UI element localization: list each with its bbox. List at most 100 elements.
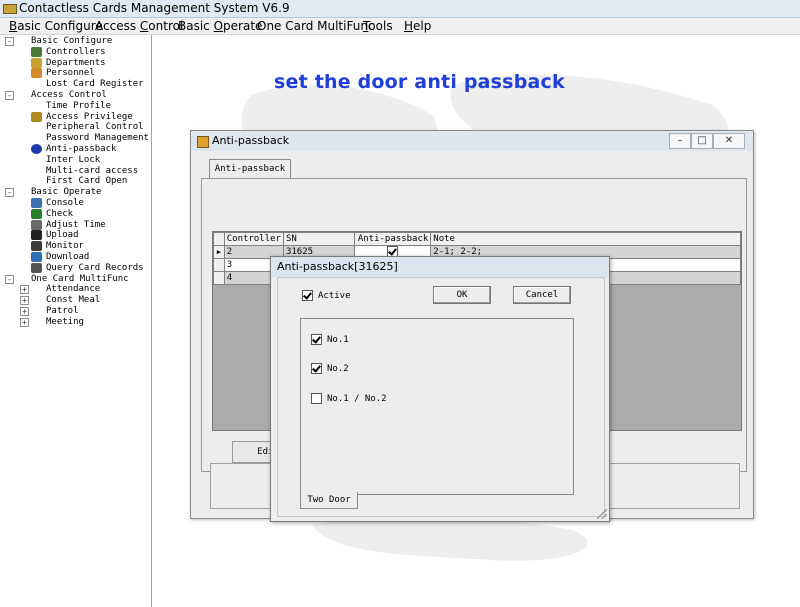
expand-icon[interactable]: + bbox=[20, 307, 29, 316]
tree-item-monitor[interactable]: Monitor bbox=[31, 241, 84, 252]
tree-item-const-meal[interactable]: + Const Meal bbox=[20, 295, 101, 306]
collapse-icon[interactable]: - bbox=[5, 37, 14, 46]
monitor-icon bbox=[31, 241, 42, 252]
personnel-icon bbox=[31, 68, 42, 79]
tree-item-label: Inter Lock bbox=[46, 154, 101, 165]
tree-item-upload[interactable]: Upload bbox=[31, 230, 79, 241]
menu-tools[interactable]: Tools bbox=[363, 18, 393, 34]
option-no1-no2[interactable]: No.1 / No.2 bbox=[311, 393, 387, 405]
tree-item-label: Attendance bbox=[46, 284, 101, 295]
window-title: Anti-passback bbox=[212, 134, 290, 147]
app-logo-icon bbox=[3, 4, 17, 14]
tree-item-check[interactable]: Check bbox=[31, 208, 73, 220]
tree-item-access-control[interactable]: - Access Control bbox=[5, 90, 107, 101]
row-indicator-header bbox=[213, 232, 225, 246]
tree-item-password-management[interactable]: Password Management bbox=[46, 133, 149, 144]
window-tab-strip: Anti-passback bbox=[201, 159, 747, 179]
tree-item-time-profile[interactable]: Time Profile bbox=[46, 101, 111, 112]
tree-item-personnel[interactable]: Personnel bbox=[31, 68, 95, 79]
menu-access-control[interactable]: Access Control bbox=[95, 18, 183, 34]
navigation-tree: - Basic Configure Controllers Departments Pe… bbox=[0, 35, 152, 607]
active-label: Active bbox=[318, 291, 351, 301]
resize-grip-icon[interactable] bbox=[597, 509, 607, 519]
tree-item-access-privilege[interactable]: Access Privilege bbox=[31, 111, 133, 123]
tree-item-label: Basic Operate bbox=[31, 187, 102, 198]
tree-item-label: Basic Configure bbox=[31, 36, 113, 46]
upload-icon bbox=[31, 230, 42, 241]
cancel-button[interactable]: Cancel bbox=[513, 286, 571, 304]
collapse-icon[interactable]: - bbox=[5, 91, 14, 100]
tree-item-anti-passback[interactable]: Anti-passback bbox=[31, 144, 116, 155]
tree-item-download[interactable]: Download bbox=[31, 252, 90, 263]
tree-item-label: Peripheral Control bbox=[46, 122, 144, 133]
option-no1-no2-checkbox[interactable] bbox=[311, 393, 322, 404]
tree-item-label: Personnel bbox=[46, 68, 95, 79]
tree-item-label: Upload bbox=[46, 230, 79, 241]
current-row-arrow-icon: ▶ bbox=[213, 245, 225, 259]
check-icon bbox=[31, 208, 42, 219]
option-no1[interactable]: No.1 bbox=[311, 334, 349, 346]
tree-item-console[interactable]: Console bbox=[31, 198, 84, 209]
tree-item-basic-operate[interactable]: - Basic Operate bbox=[5, 187, 102, 198]
anti-passback-dialog: Anti-passback[31625] Active OK Cancel No… bbox=[270, 256, 610, 522]
console-icon bbox=[31, 198, 42, 208]
tree-item-label: Const Meal bbox=[46, 295, 101, 306]
ok-button[interactable]: OK bbox=[433, 286, 491, 304]
tree-item-label: Meeting bbox=[46, 316, 84, 327]
tree-item-adjust-time[interactable]: Adjust Time bbox=[31, 219, 106, 231]
option-no1-checkbox[interactable] bbox=[311, 334, 322, 345]
key-icon bbox=[31, 111, 42, 122]
departments-icon bbox=[31, 57, 42, 68]
tree-item-attendance[interactable]: + Attendance bbox=[20, 284, 101, 295]
tree-item-patrol[interactable]: + Patrol bbox=[20, 306, 79, 317]
tree-item-label: Multi-card access bbox=[46, 165, 139, 176]
controllers-icon bbox=[31, 46, 42, 57]
app-titlebar: Contactless Cards Management System V6.9 bbox=[0, 0, 800, 18]
tab-anti-passback[interactable]: Anti-passback bbox=[209, 159, 291, 178]
tree-item-inter-lock[interactable]: Inter Lock bbox=[46, 155, 100, 166]
tree-item-first-card-open[interactable]: First Card Open bbox=[46, 176, 127, 187]
tree-item-departments[interactable]: Departments bbox=[31, 57, 106, 69]
close-button[interactable]: ✕ bbox=[713, 133, 745, 149]
menu-help[interactable]: Help bbox=[404, 18, 431, 34]
tree-item-controllers[interactable]: Controllers bbox=[31, 46, 106, 58]
table-header-row: Controller SN Anti-passback Note bbox=[213, 232, 741, 246]
minimize-button[interactable]: – bbox=[669, 133, 691, 149]
tree-item-label: Patrol bbox=[46, 306, 79, 316]
tree-item-peripheral-control[interactable]: Peripheral Control bbox=[46, 122, 144, 133]
menu-basic-configure[interactable]: Basic Configure bbox=[9, 18, 103, 34]
col-controller[interactable]: Controller bbox=[223, 232, 284, 246]
tree-item-one-card-multifunc[interactable]: - One Card MultiFunc bbox=[5, 273, 129, 285]
col-note[interactable]: Note bbox=[430, 232, 741, 246]
tree-item-meeting[interactable]: + Meeting bbox=[20, 316, 84, 328]
tree-item-label: Access Privilege bbox=[46, 111, 133, 122]
collapse-icon[interactable]: - bbox=[5, 188, 14, 198]
tree-item-query-card-records[interactable]: Query Card Records bbox=[31, 262, 144, 274]
active-checkbox-box[interactable] bbox=[302, 290, 313, 301]
option-no2-checkbox[interactable] bbox=[311, 363, 322, 374]
expand-icon[interactable]: + bbox=[20, 296, 29, 306]
maximize-button[interactable]: □ bbox=[691, 133, 713, 149]
active-checkbox[interactable]: Active bbox=[302, 290, 351, 302]
expand-icon[interactable]: + bbox=[20, 285, 29, 295]
download-icon bbox=[31, 252, 42, 262]
tree-item-lost-card-register[interactable]: Lost Card Register bbox=[46, 79, 144, 90]
menu-basic-operate[interactable]: Basic Operate bbox=[178, 18, 262, 34]
tree-item-multi-card-access[interactable]: Multi-card access bbox=[46, 166, 138, 177]
option-no2[interactable]: No.2 bbox=[311, 363, 349, 375]
info-icon bbox=[31, 144, 42, 154]
tab-two-door[interactable]: Two Door bbox=[300, 492, 358, 509]
tree-item-label: Query Card Records bbox=[46, 262, 144, 273]
expand-icon[interactable]: + bbox=[20, 317, 29, 327]
tree-item-label: One Card MultiFunc bbox=[31, 273, 129, 284]
menu-one-card-multifunc[interactable]: One Card MultiFunc bbox=[257, 18, 375, 34]
tree-item-basic-configure[interactable]: - Basic Configure bbox=[5, 36, 113, 47]
col-anti-passback[interactable]: Anti-passback bbox=[354, 232, 432, 246]
col-sn[interactable]: SN bbox=[282, 232, 356, 246]
dialog-title: Anti-passback[31625] bbox=[277, 260, 398, 273]
tree-item-label: First Card Open bbox=[46, 176, 128, 187]
dialog-titlebar: Anti-passback[31625] bbox=[271, 257, 609, 277]
tree-item-label: Download bbox=[46, 252, 90, 262]
collapse-icon[interactable]: - bbox=[5, 274, 14, 284]
page-headline: set the door anti passback bbox=[274, 71, 565, 93]
